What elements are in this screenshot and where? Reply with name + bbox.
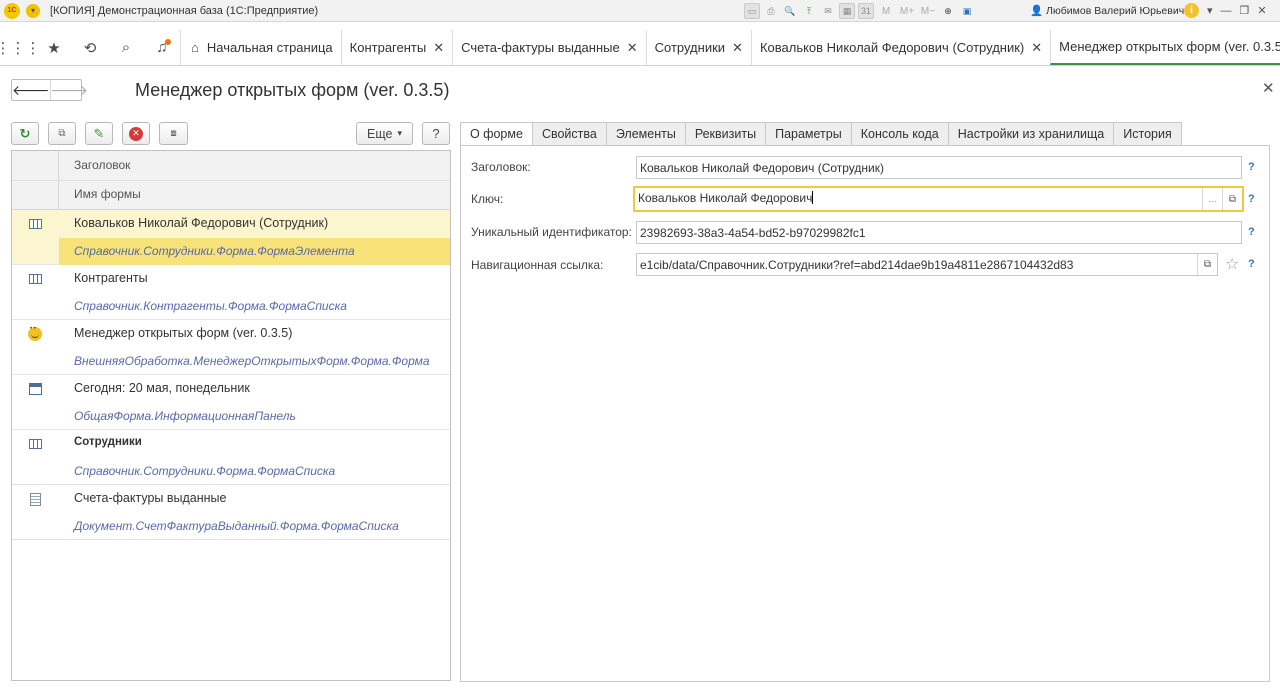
tab-employee-card[interactable]: Ковальков Николай Федорович (Сотрудник) … [750,30,1050,65]
history-icon[interactable]: ⟲ [72,30,108,66]
tab-invoices-issued[interactable]: Счета-фактуры выданные ✕ [452,30,645,65]
refresh-button[interactable]: ↻ [11,122,39,145]
restore-icon[interactable]: ❐ [1240,4,1250,17]
sections-menu-icon[interactable]: ⋮⋮⋮ [0,30,41,66]
list-item[interactable]: Ковальков Николай Федорович (Сотрудник) … [12,210,450,265]
favorite-star-icon[interactable]: ☆ [1225,254,1239,274]
close-selected-button[interactable]: ✕ [122,122,150,145]
titlebar-toolbar: ▭ ⎙ 🔍 ⤒ ✉ ▦ 31 M M+ M− ⊕ ▣ [744,3,975,19]
zoom-icon[interactable]: ⊕ [940,3,956,19]
home-icon: ⌂ [191,40,199,55]
form-settings-icon: ⧇ [170,128,177,139]
uid-label: Уникальный идентификатор: [471,225,632,239]
tab-open-forms-manager[interactable]: Менеджер открытых форм (ver. 0.3.5) ✕ [1050,30,1280,65]
close-tab-icon[interactable]: ✕ [1031,40,1042,56]
select-button[interactable]: ... [1202,188,1222,210]
close-tab-icon[interactable]: ✕ [433,40,444,56]
current-user[interactable]: 👤 Любимов Валерий Юрьевич [1030,4,1184,17]
tab-employees[interactable]: Сотрудники ✕ [645,30,751,65]
list-item[interactable]: Сегодня: 20 мая, понедельник ОбщаяФорма.… [12,375,450,430]
more-button[interactable]: Еще ▾ [356,122,413,145]
preview-icon[interactable]: 🔍 [782,3,798,19]
refresh-icon: ↻ [19,125,31,141]
calendar-icon[interactable]: 31 [858,3,874,19]
minimize-icon[interactable]: — [1221,5,1232,17]
open-forms-list: Заголовок Имя формы Ковальков Николай Фе… [11,150,451,681]
save-icon[interactable]: ▭ [744,3,760,19]
panel-toggle-icon[interactable]: ▣ [959,3,975,19]
tab-storage-settings[interactable]: Настройки из хранилища [948,122,1115,146]
close-window-icon[interactable]: ✕ [1257,4,1266,17]
close-form-icon[interactable]: ✕ [1262,79,1275,97]
window-controls: i ▾ — ❐ ✕ [1184,3,1267,18]
windows-icon: ⧉ [58,128,66,139]
tab-counterparties[interactable]: Контрагенты ✕ [340,30,452,65]
memory-add-button[interactable]: M+ [898,3,916,19]
window-titlebar: 1С ▾ [КОПИЯ] Демонстрационная база (1С:П… [0,0,1280,22]
print-icon[interactable]: ⎙ [763,3,779,19]
mail-icon[interactable]: ✉ [820,3,836,19]
page-title: Менеджер открытых форм (ver. 0.3.5) [135,80,450,100]
main-menu-dropdown-icon[interactable]: ▾ [26,3,40,18]
tab-elements[interactable]: Элементы [606,122,686,146]
column-header-title[interactable]: Заголовок [74,158,130,172]
search-icon[interactable]: ⌕ [108,30,144,66]
details-tabs: О форме Свойства Элементы Реквизиты Пара… [460,122,1182,146]
help-icon[interactable]: ? [1248,226,1255,238]
settings-button[interactable]: ⧇ [159,122,188,145]
open-icon[interactable]: ⧉ [1197,254,1217,275]
column-header-form-name[interactable]: Имя формы [74,187,141,201]
memory-button[interactable]: M [877,3,895,19]
app-logo-icon: 1С [4,2,20,19]
form-details-panel: О форме Свойства Элементы Реквизиты Пара… [460,122,1270,682]
info-icon[interactable]: i [1184,3,1199,18]
activate-window-button[interactable]: ⧉ [48,122,76,145]
chevron-down-icon: ▾ [397,128,402,138]
delete-icon: ✕ [129,126,143,141]
back-arrow-icon[interactable]: 🡐 [12,80,50,100]
help-icon[interactable]: ? [1248,161,1255,173]
user-icon: 👤 [1030,5,1044,17]
list-item[interactable]: Сотрудники Справочник.Сотрудники.Форма.Ф… [12,430,450,485]
edit-button[interactable]: ✎ [85,122,113,145]
close-tab-icon[interactable]: ✕ [627,40,638,56]
text-cursor [812,191,814,204]
nav-link-field[interactable]: e1cib/data/Справочник.Сотрудники?ref=abd… [636,253,1218,276]
notifications-bell-icon[interactable]: ♫ [144,30,180,66]
close-tab-icon[interactable]: ✕ [732,40,743,56]
tab-home[interactable]: ⌂ Начальная страница [180,30,341,65]
key-label: Ключ: [471,192,504,206]
title-label: Заголовок: [471,160,531,174]
more-dropdown-icon[interactable]: ▾ [1207,4,1213,17]
list-item[interactable]: Счета-фактуры выданные Документ.СчетФакт… [12,485,450,540]
favorites-star-icon[interactable]: ★ [36,30,72,66]
help-icon[interactable]: ? [1248,193,1255,205]
help-icon[interactable]: ? [1248,258,1255,270]
memory-subtract-button[interactable]: M− [919,3,937,19]
list-item[interactable]: Менеджер открытых форм (ver. 0.3.5) Внеш… [12,320,450,375]
uid-field[interactable]: 23982693-38a3-4a54-bd52-b97029982fc1 [636,221,1242,244]
open-windows-tabbar: ⋮⋮⋮ ★ ⟲ ⌕ ♫ ⌂ Начальная страница Контраг… [0,30,1280,66]
history-nav: 🡐 🡒 [11,79,88,101]
list-item[interactable]: Контрагенты Справочник.Контрагенты.Форма… [12,265,450,320]
about-form-content: Заголовок: Ковальков Николай Федорович (… [460,145,1270,682]
tab-attributes[interactable]: Реквизиты [685,122,767,146]
tab-parameters[interactable]: Параметры [766,122,852,146]
tab-about-form[interactable]: О форме [460,122,533,146]
nav-link-label: Навигационная ссылка: [471,258,604,272]
spreadsheet-icon[interactable]: ▦ [839,3,855,19]
list-header: Заголовок Имя формы [12,151,450,210]
tab-properties[interactable]: Свойства [532,122,607,146]
help-button[interactable]: ? [422,122,450,145]
export-icon[interactable]: ⤒ [801,3,817,19]
tab-code-console[interactable]: Консоль кода [851,122,949,146]
forward-arrow-icon[interactable]: 🡒 [49,80,88,100]
open-icon[interactable]: ⧉ [1222,188,1242,210]
key-field[interactable]: Ковальков Николай Федорович ... ⧉ [633,186,1244,212]
tab-history[interactable]: История [1114,122,1182,146]
pencil-icon: ✎ [93,125,105,141]
title-field[interactable]: Ковальков Николай Федорович (Сотрудник) [636,156,1242,179]
window-title: [КОПИЯ] Демонстрационная база (1С:Предпр… [50,4,319,17]
